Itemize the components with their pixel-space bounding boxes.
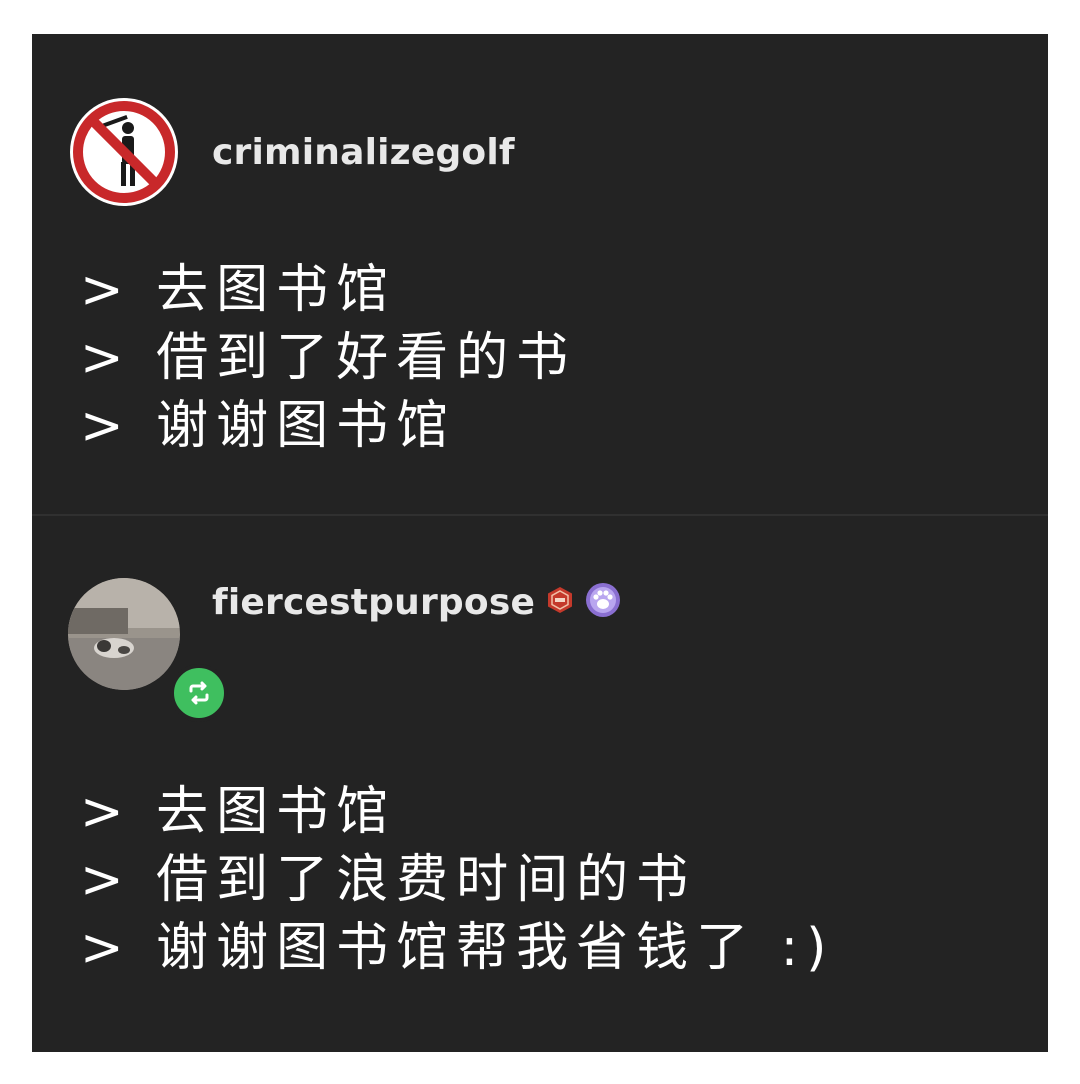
avatar[interactable] [68,578,228,722]
post-card: criminalizegolf > 去图书馆 > 借到了好看的书 > 谢谢图书馆 [32,34,1048,1052]
avatar[interactable] [68,96,180,208]
username[interactable]: criminalizegolf [212,132,515,173]
username-row: fiercestpurpose [212,578,621,626]
body-line: > 谢谢图书馆帮我省钱了 :) [80,918,835,978]
body-line: > 去图书馆 [80,782,397,842]
original-post: criminalizegolf > 去图书馆 > 借到了好看的书 > 谢谢图书馆 [32,34,1048,514]
post-body: > 去图书馆 > 借到了浪费时间的书 > 谢谢图书馆帮我省钱了 :) [80,778,834,982]
post-body: > 去图书馆 > 借到了好看的书 > 谢谢图书馆 [80,256,576,460]
body-line: > 借到了浪费时间的书 [80,850,697,910]
reblog-post: fiercestpurpose > 去图书馆 > 借到了浪费时间的书 > 谢谢图… [32,516,1048,1052]
red-hexagon-badge-icon[interactable] [545,585,575,619]
username[interactable]: fiercestpurpose [212,582,535,623]
no-golf-sign-icon [70,98,178,206]
body-line: > 谢谢图书馆 [80,396,457,456]
body-line: > 去图书馆 [80,260,397,320]
purple-paw-badge-icon[interactable] [585,582,621,622]
reblog-icon [170,664,228,722]
cat-photo-avatar [68,578,180,690]
body-line: > 借到了好看的书 [80,328,577,388]
